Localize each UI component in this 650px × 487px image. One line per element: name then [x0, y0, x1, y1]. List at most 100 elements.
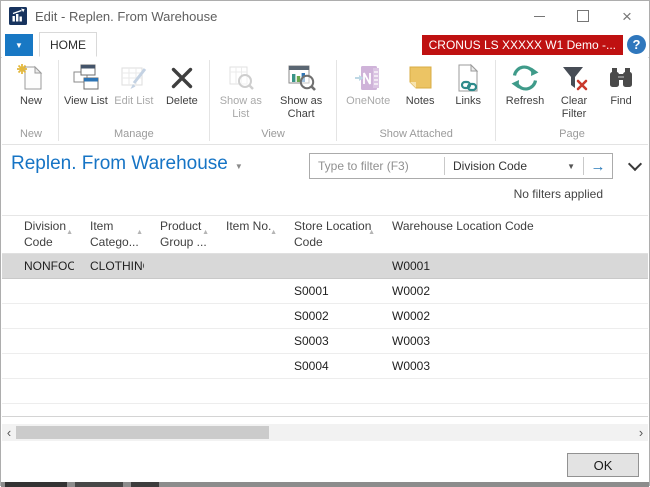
filter-box: Division Code ▼ → — [309, 153, 613, 179]
background-window-sliver — [1, 482, 649, 487]
application-menu-button[interactable]: ▼ — [5, 34, 33, 56]
group-label: Show Attached — [337, 128, 495, 144]
group-label: Manage — [59, 128, 209, 144]
cell-store-location-code[interactable]: S0002 — [278, 309, 376, 323]
table-row[interactable]: S0004 W0003 — [2, 354, 648, 379]
group-label: New — [4, 128, 58, 144]
sort-asc-icon: ▲ — [368, 228, 375, 237]
filter-field-dropdown[interactable]: Division Code ▼ — [445, 154, 583, 178]
button-label: View List — [64, 95, 108, 108]
refresh-button[interactable]: Refresh — [499, 61, 551, 108]
cell-item-category[interactable]: CLOTHING — [74, 259, 144, 273]
app-chart-icon — [9, 7, 27, 25]
links-button[interactable]: Links — [444, 61, 492, 108]
column-header-item-category[interactable]: Item Catego...▲ — [74, 216, 144, 253]
view-list-button[interactable]: View List — [62, 61, 110, 108]
minimize-button[interactable] — [517, 1, 561, 31]
apply-filter-button[interactable]: → — [584, 154, 612, 178]
delete-x-icon — [165, 61, 199, 95]
column-header-store-location-code[interactable]: Store Location Code▲ — [278, 216, 376, 253]
column-label: Item Catego... — [90, 219, 139, 249]
cell-warehouse-location-code[interactable]: W0001 — [376, 259, 648, 273]
button-label: Delete — [166, 95, 198, 108]
show-as-list-icon — [224, 61, 258, 95]
scrollbar-track[interactable] — [16, 424, 634, 441]
background-fragment — [5, 482, 67, 487]
go-arrow-icon: → — [591, 158, 606, 175]
minimize-icon — [534, 15, 545, 17]
column-header-item-no[interactable]: Item No.▲ — [210, 216, 278, 253]
cell-store-location-code[interactable]: S0003 — [278, 334, 376, 348]
links-icon — [451, 61, 485, 95]
table-header: Division Code▲ Item Catego...▲ Product G… — [2, 216, 648, 254]
clear-filter-icon — [557, 61, 591, 95]
ribbon-group-view: Show as List Show as Chart View — [210, 57, 337, 144]
table-row[interactable]: S0001 W0002 — [2, 279, 648, 304]
button-label: Clear Filter — [553, 95, 595, 120]
show-as-chart-icon — [284, 61, 318, 95]
onenote-button: OneNote — [340, 61, 396, 108]
delete-button[interactable]: Delete — [158, 61, 206, 108]
button-label: Show as List — [215, 95, 267, 120]
scroll-left-button[interactable]: ‹ — [2, 424, 16, 441]
button-label: Refresh — [506, 95, 545, 108]
find-button[interactable]: Find — [597, 61, 645, 108]
cell-warehouse-location-code[interactable]: W0003 — [376, 334, 648, 348]
ribbon-tab-row: ▼ HOME CRONUS LS XXXXX W1 Demo -... ? — [1, 31, 649, 58]
background-fragment — [75, 482, 123, 487]
column-label: Store Location Code — [294, 219, 371, 249]
cell-store-location-code[interactable]: S0001 — [278, 284, 376, 298]
tab-home[interactable]: HOME — [39, 32, 97, 57]
button-label: Links — [455, 95, 481, 108]
caret-down-icon: ▼ — [567, 162, 575, 171]
scroll-right-button[interactable]: › — [634, 424, 648, 441]
scrollbar-thumb[interactable] — [16, 426, 269, 439]
table-row[interactable]: S0003 W0003 — [2, 329, 648, 354]
new-button[interactable]: New — [7, 61, 55, 108]
refresh-icon — [508, 61, 542, 95]
show-as-chart-button[interactable]: Show as Chart — [269, 61, 333, 120]
cell-division-code[interactable]: NONFOOD — [8, 259, 74, 273]
collapse-filter-pane-button[interactable] — [627, 153, 643, 179]
caret-down-icon: ▼ — [15, 41, 23, 50]
replenishment-table: Division Code▲ Item Catego...▲ Product G… — [2, 215, 648, 417]
ribbon-group-page: Refresh Clear Filter Find Page — [496, 57, 648, 144]
home-tab-label: HOME — [50, 38, 86, 52]
table-row[interactable]: S0002 W0002 — [2, 304, 648, 329]
find-binoculars-icon — [604, 61, 638, 95]
button-label: Edit List — [114, 95, 153, 108]
empty-row — [2, 379, 648, 404]
chevron-left-icon: ‹ — [7, 425, 11, 440]
new-document-icon — [14, 61, 48, 95]
sort-asc-icon: ▲ — [202, 228, 209, 237]
cell-warehouse-location-code[interactable]: W0002 — [376, 309, 648, 323]
ok-button[interactable]: OK — [567, 453, 639, 477]
view-list-icon — [69, 61, 103, 95]
button-label: Show as Chart — [271, 95, 331, 120]
filter-field-value: Division Code — [453, 159, 527, 173]
sort-asc-icon: ▲ — [66, 228, 73, 237]
close-button[interactable]: × — [605, 1, 649, 31]
column-header-division-code[interactable]: Division Code▲ — [8, 216, 74, 253]
ribbon-group-show-attached: OneNote Notes Links Show Attached — [337, 57, 495, 144]
button-label: Find — [610, 95, 631, 108]
column-header-warehouse-location-code[interactable]: Warehouse Location Code — [376, 216, 648, 253]
app-window: Edit - Replen. From Warehouse × ▼ HOME C… — [0, 0, 650, 486]
edit-list-icon — [117, 61, 151, 95]
page-title[interactable]: Replen. From Warehouse ▼ — [11, 153, 309, 175]
cell-store-location-code[interactable]: S0004 — [278, 359, 376, 373]
notes-button[interactable]: Notes — [396, 61, 444, 108]
help-button[interactable]: ? — [627, 35, 646, 54]
horizontal-scrollbar[interactable]: ‹ › — [2, 424, 648, 441]
edit-list-button: Edit List — [110, 61, 158, 108]
maximize-button[interactable] — [561, 1, 605, 31]
column-header-product-group[interactable]: Product Group ...▲ — [144, 216, 210, 253]
window-controls: × — [517, 1, 649, 31]
filter-input[interactable] — [310, 154, 444, 178]
cell-warehouse-location-code[interactable]: W0002 — [376, 284, 648, 298]
clear-filter-button[interactable]: Clear Filter — [551, 61, 597, 120]
table-row[interactable]: NONFOOD CLOTHING W0001 — [2, 254, 648, 279]
column-label: Warehouse Location Code — [392, 219, 534, 233]
cell-warehouse-location-code[interactable]: W0003 — [376, 359, 648, 373]
sort-asc-icon: ▲ — [270, 228, 277, 237]
